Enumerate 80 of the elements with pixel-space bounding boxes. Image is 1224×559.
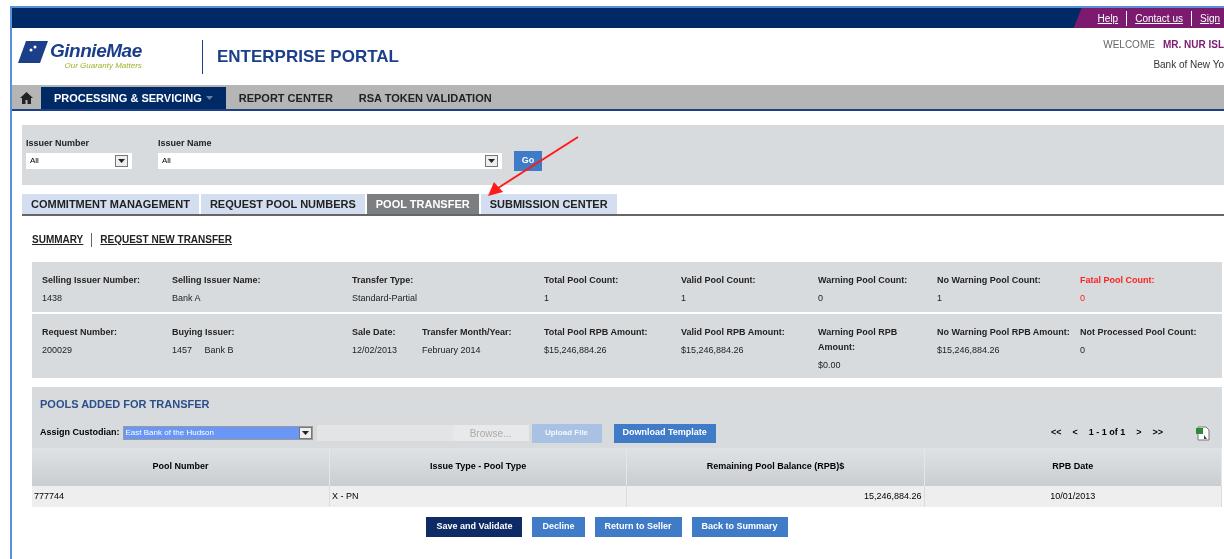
section-tab[interactable]: POOL TRANSFER: [366, 194, 479, 214]
filter-dropdown[interactable]: All: [26, 152, 132, 169]
pagination-control[interactable]: <<: [1050, 426, 1062, 440]
column-header: Remaining Pool Balance (RPB)$: [626, 448, 925, 486]
section-tab[interactable]: REQUEST POOL NUMBERS: [200, 194, 365, 214]
summary-label: Total Pool Count:: [544, 274, 620, 287]
summary-label: Selling Issuer Name:: [172, 274, 262, 287]
action-button[interactable]: Return to Seller: [594, 517, 682, 537]
column-header: RPB Date: [924, 448, 1222, 486]
summary-label: No Warning Pool Count:: [937, 274, 1042, 287]
pagination-control[interactable]: >>: [1152, 426, 1163, 440]
pagination-control[interactable]: <: [1072, 426, 1078, 440]
logo-wordmark: GinnieMae: [50, 41, 142, 60]
column-header: Issue Type - Pool Type: [329, 448, 627, 486]
custodian-label: Assign Custodian:: [40, 426, 120, 440]
action-button[interactable]: Save and Validate: [426, 517, 523, 537]
welcome-label: WELCOME: [1103, 38, 1155, 52]
filter-label: Issuer Number: [26, 137, 91, 150]
table-cell: 777744: [32, 486, 330, 507]
summary-value: $15,246,884.26: [937, 344, 1001, 357]
portal-title: ENTERPRISE PORTAL: [217, 45, 399, 68]
user-name: MR. NUR ISL: [1162, 38, 1224, 52]
summary-value: 0: [1080, 344, 1086, 357]
summary-label: Sale Date:: [352, 326, 397, 339]
summary-value: Bank A: [172, 292, 202, 305]
summary-value: 0: [818, 292, 824, 305]
pagination-control: 1 - 1 of 1: [1088, 426, 1126, 440]
summary-label: Warning Pool Count:: [818, 274, 909, 287]
logo-tagline: Our Guaranty Matters: [64, 60, 142, 72]
summary-label: Valid Pool Count:: [681, 274, 757, 287]
summary-value: $15,246,884.26: [544, 344, 608, 357]
summary-value: $15,246,884.26: [681, 344, 745, 357]
summary-label: Not Processed Pool Count:: [1080, 326, 1198, 339]
summary-label: Valid Pool RPB Amount:: [681, 326, 786, 339]
action-button[interactable]: Back to Summary: [691, 517, 788, 537]
summary-value: 1: [681, 292, 687, 305]
section-tab[interactable]: COMMITMENT MANAGEMENT: [22, 194, 199, 214]
table-cell: 10/01/2013: [924, 486, 1222, 507]
summary-label: No Warning Pool RPB Amount:: [937, 326, 1071, 339]
spreadsheet-export-icon[interactable]: [1195, 425, 1210, 441]
nav-tab[interactable]: PROCESSING & SERVICING: [41, 87, 226, 109]
summary-value: February 2014: [422, 344, 482, 357]
pagination-control[interactable]: >: [1136, 426, 1142, 440]
action-button[interactable]: Decline: [532, 517, 585, 537]
filter-label: Issuer Name: [158, 137, 213, 150]
filter-dropdown[interactable]: All: [158, 152, 502, 169]
table-cell: X - PN: [329, 486, 627, 507]
summary-label: Warning Pool RPB Amount:: [818, 326, 899, 354]
summary-label: Transfer Month/Year:: [422, 326, 513, 339]
summary-label: Selling Issuer Number:: [42, 274, 142, 287]
panel-title: POOLS ADDED FOR TRANSFER: [39, 397, 211, 412]
home-icon[interactable]: [20, 92, 33, 104]
summary-value: $0.00: [818, 359, 842, 372]
summary-value: Standard-Partial: [352, 292, 419, 305]
sub-nav-link[interactable]: SUMMARY: [32, 232, 84, 247]
summary-value: 12/02/2013: [352, 344, 399, 357]
summary-label: Transfer Type:: [352, 274, 415, 287]
column-header: Pool Number: [32, 448, 330, 486]
section-tab[interactable]: SUBMISSION CENTER: [480, 194, 617, 214]
summary-value: 0: [1080, 292, 1086, 305]
summary-value: 1438: [42, 292, 64, 305]
header-link[interactable]: Sign: [1191, 10, 1220, 26]
header-link[interactable]: Help: [1097, 10, 1119, 26]
nav-tab[interactable]: RSA TOKEN VALIDATION: [345, 87, 505, 109]
summary-value: 200029: [42, 344, 74, 357]
summary-label: Buying Issuer:: [172, 326, 236, 339]
table-cell: 15,246,884.26: [626, 486, 925, 507]
summary-value: 1: [937, 292, 943, 305]
nav-tab[interactable]: REPORT CENTER: [225, 87, 346, 109]
summary-value: 1: [544, 292, 550, 305]
logo-mark-icon: [18, 41, 48, 65]
header-link[interactable]: Contact us: [1126, 10, 1183, 26]
summary-value: 1457 Bank B: [172, 344, 235, 357]
sub-nav-link[interactable]: REQUEST NEW TRANSFER: [100, 232, 232, 247]
download-template-button[interactable]: Download Template: [613, 423, 716, 443]
summary-label: Request Number:: [42, 326, 118, 339]
go-button[interactable]: Go: [514, 151, 542, 171]
summary-label: Total Pool RPB Amount:: [544, 326, 649, 339]
bank-name: Bank of New Yo: [1153, 58, 1224, 72]
summary-label: Fatal Pool Count:: [1080, 274, 1156, 287]
